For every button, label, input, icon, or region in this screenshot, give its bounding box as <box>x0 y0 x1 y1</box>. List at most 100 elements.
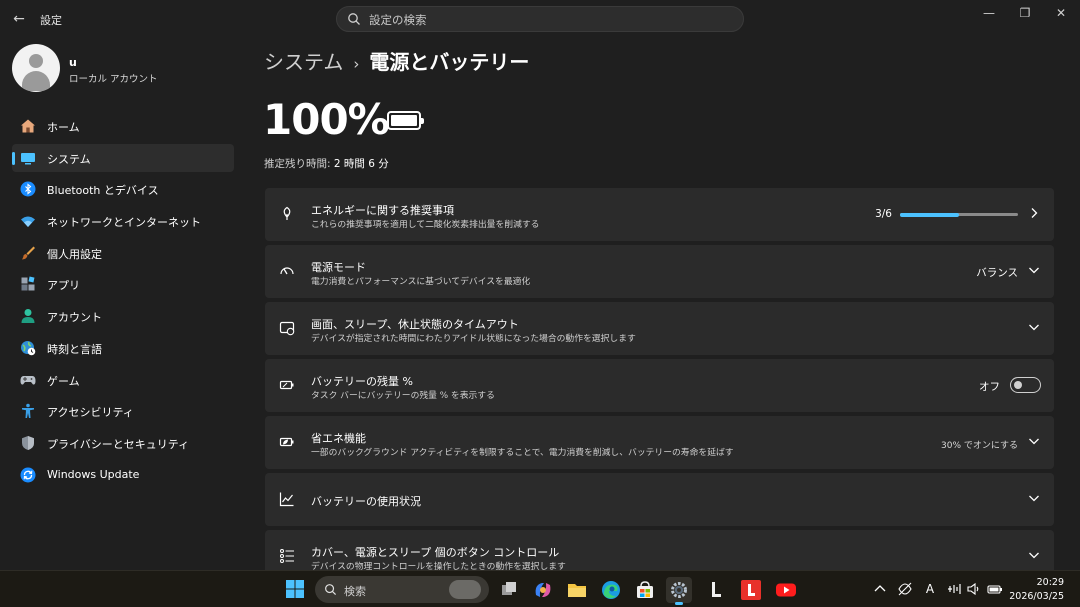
sidebar-item-label: ホーム <box>47 121 80 134</box>
clock-date: 2026/03/25 <box>1009 591 1064 602</box>
power-mode-card[interactable]: 電源モード 電力消費とパフォーマンスに基づいてデバイスを最適化 バランス <box>265 245 1054 298</box>
chevron-up-icon[interactable] <box>872 581 888 597</box>
settings-cards: エネルギーに関する推奨事項 これらの推奨事項を適用して二酸化炭素排出量を削減する… <box>265 188 1054 587</box>
battery-tray-icon[interactable] <box>987 581 1003 597</box>
maximize-button[interactable]: ❐ <box>1009 2 1041 24</box>
settings-search-input[interactable]: 設定の検索 <box>336 6 744 32</box>
toggle-knob <box>1014 381 1022 389</box>
windows-start-icon[interactable] <box>285 579 305 599</box>
sidebar-nav: ホーム システム Bluetooth とデバイス ネットワークとインターネット … <box>12 112 234 492</box>
l-app-icon[interactable] <box>703 577 729 603</box>
sidebar-item-accessibility[interactable]: アクセシビリティ <box>12 397 234 425</box>
sidebar-item-label: Windows Update <box>47 467 140 481</box>
sidebar-item-gaming[interactable]: ゲーム <box>12 366 234 394</box>
card-title: 電源モード <box>311 261 366 274</box>
task-view-icon[interactable] <box>496 577 522 603</box>
battery-percentage-card[interactable]: バッテリーの残量 % タスク バーにバッテリーの残量 % を表示する オフ <box>265 359 1054 412</box>
card-subtitle: 一部のバックグラウンド アクティビティを制限することで、電力消費を削減し、バッテ… <box>311 448 734 458</box>
youtube-icon[interactable] <box>773 577 799 603</box>
energy-saver-icon <box>279 437 294 447</box>
taskbar-search[interactable]: 検索 <box>315 576 489 603</box>
battery-percentage-toggle[interactable] <box>1010 377 1041 393</box>
accessibility-icon <box>22 403 34 419</box>
taskbar-search-placeholder: 検索 <box>344 585 366 598</box>
sidebar-item-windows-update[interactable]: Windows Update <box>12 461 234 489</box>
avatar[interactable] <box>12 44 60 92</box>
battery-fill <box>391 115 417 126</box>
gamepad-icon <box>20 375 36 385</box>
search-highlight-icon <box>449 580 481 599</box>
recommendation-progress-bar <box>900 212 1018 217</box>
card-title: バッテリーの使用状況 <box>311 495 421 508</box>
battery-percentage: 100% <box>263 95 390 144</box>
sidebar-item-label: ゲーム <box>47 374 80 388</box>
chevron-down-icon[interactable] <box>1028 264 1040 276</box>
copilot-icon[interactable] <box>530 577 556 603</box>
leaf-icon <box>283 206 291 220</box>
breadcrumb-parent[interactable]: システム <box>264 50 343 74</box>
chevron-down-icon[interactable] <box>1028 549 1040 561</box>
search-placeholder: 設定の検索 <box>369 13 427 27</box>
file-explorer-icon[interactable] <box>564 577 590 603</box>
back-button[interactable]: ← <box>8 8 30 30</box>
card-title: 画面、スリープ、休止状態のタイムアウト <box>311 318 519 331</box>
energy-saver-card[interactable]: 省エネ機能 一部のバックグラウンド アクティビティを制限することで、電力消費を削… <box>265 416 1054 469</box>
breadcrumb-separator: › <box>353 55 360 73</box>
sidebar-item-privacy-security[interactable]: プライバシーとセキュリティ <box>12 429 234 457</box>
search-icon <box>325 584 337 596</box>
energy-recommendations-card[interactable]: エネルギーに関する推奨事項 これらの推奨事項を適用して二酸化炭素排出量を削減する… <box>265 188 1054 241</box>
sidebar-item-label: Bluetooth とデバイス <box>47 184 159 198</box>
settings-taskbar-button[interactable] <box>666 577 692 605</box>
chevron-down-icon[interactable] <box>1028 435 1040 447</box>
minimize-button[interactable]: — <box>973 2 1005 24</box>
account-icon <box>21 309 35 324</box>
screen-sleep-icon <box>279 321 295 336</box>
remaining-value: 2 時間 6 分 <box>333 158 389 170</box>
sidebar-item-system[interactable]: システム <box>12 143 234 172</box>
page-title: 電源とバッテリー <box>369 50 530 74</box>
card-subtitle: タスク バーにバッテリーの残量 % を表示する <box>311 391 495 401</box>
battery-usage-card[interactable]: バッテリーの使用状況 <box>265 473 1054 526</box>
sidebar-item-personalization[interactable]: 個人用設定 <box>12 239 234 267</box>
home-icon <box>21 119 35 133</box>
toggle-state-label: オフ <box>979 381 1000 393</box>
card-title: 省エネ機能 <box>311 432 366 445</box>
edge-icon[interactable] <box>598 577 624 603</box>
search-icon <box>348 13 360 25</box>
sidebar-item-label: アカウント <box>47 311 102 325</box>
remaining-label: 推定残り時間: <box>264 158 331 170</box>
card-subtitle: デバイスが指定された時間にわたりアイドル状態になった場合の動作を選択します <box>311 334 636 344</box>
chevron-right-icon <box>1031 208 1038 218</box>
chevron-down-icon[interactable] <box>1028 492 1040 504</box>
sync-off-icon[interactable] <box>897 581 913 597</box>
sidebar-item-home[interactable]: ホーム <box>12 112 234 140</box>
store-icon[interactable] <box>632 577 658 603</box>
sidebar-item-bluetooth[interactable]: Bluetooth とデバイス <box>12 175 234 203</box>
sidebar-item-label: システム <box>47 152 91 166</box>
screen-sleep-timeout-card[interactable]: 画面、スリープ、休止状態のタイムアウト デバイスが指定された時間にわたりアイドル… <box>265 302 1054 355</box>
card-subtitle: 電力消費とパフォーマンスに基づいてデバイスを最適化 <box>311 277 531 287</box>
estimated-remaining-time: 推定残り時間: 2 時間 6 分 <box>264 156 389 171</box>
taskbar-clock[interactable]: 20:29 2026/03/25 <box>1009 576 1064 604</box>
sidebar-item-label: アクセシビリティ <box>47 406 134 420</box>
running-indicator <box>675 602 683 605</box>
energy-saver-value: 30% でオンにする <box>941 441 1018 451</box>
account-type: ローカル アカウント <box>69 74 158 85</box>
l-red-app-icon[interactable] <box>738 577 764 603</box>
power-mode-select[interactable]: バランス <box>976 265 1018 280</box>
bluetooth-icon <box>20 181 36 197</box>
card-subtitle: これらの推奨事項を適用して二酸化炭素排出量を削減する <box>311 220 540 230</box>
volume-icon[interactable] <box>966 581 982 597</box>
app-title: 設定 <box>40 14 62 27</box>
sidebar-item-accounts[interactable]: アカウント <box>12 302 234 330</box>
sidebar-item-apps[interactable]: アプリ <box>12 270 234 298</box>
apps-icon <box>21 276 35 291</box>
sidebar-item-label: 時刻と言語 <box>47 342 102 356</box>
ime-indicator[interactable]: A <box>922 581 938 597</box>
chevron-down-icon[interactable] <box>1028 321 1040 333</box>
update-icon <box>20 467 36 483</box>
sidebar-item-network[interactable]: ネットワークとインターネット <box>12 207 234 235</box>
network-icon[interactable] <box>947 581 963 597</box>
close-button[interactable]: ✕ <box>1045 2 1077 24</box>
sidebar-item-time-language[interactable]: 時刻と言語 <box>12 334 234 362</box>
